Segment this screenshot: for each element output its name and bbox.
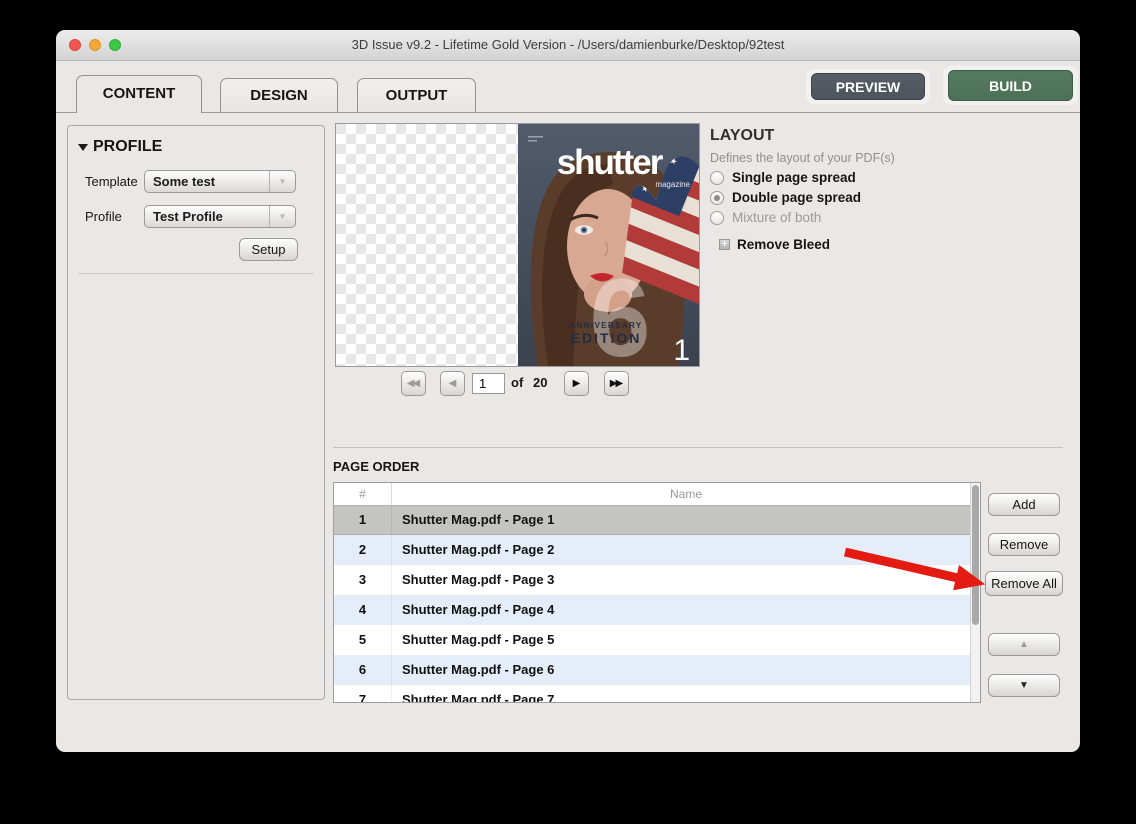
radio-label: Double page spread [732, 190, 862, 205]
remove-bleed-label: Remove Bleed [737, 237, 831, 252]
table-row[interactable]: 1 Shutter Mag.pdf - Page 1 [334, 505, 970, 535]
table-header-row: # Name [334, 483, 980, 506]
row-name: Shutter Mag.pdf - Page 3 [402, 572, 555, 587]
pager-of-label: of [511, 375, 524, 390]
move-up-icon: ▲ [1019, 639, 1029, 650]
template-label: Template [85, 174, 138, 189]
profile-value: Test Profile [153, 209, 223, 224]
move-down-icon: ▼ [1019, 680, 1029, 691]
table-row[interactable]: 5 Shutter Mag.pdf - Page 5 [334, 625, 970, 655]
row-number: 7 [334, 685, 392, 702]
desktop-background: { "window": { "title": "3D Issue v9.2 - … [0, 0, 1136, 824]
last-page-icon: ▶▶ [609, 378, 623, 389]
tab-content[interactable]: CONTENT [76, 75, 202, 113]
page-number-input[interactable] [472, 373, 505, 394]
radio-button-icon [710, 170, 724, 185]
row-name: Shutter Mag.pdf - Page 6 [402, 662, 555, 677]
radio-button-icon [710, 190, 724, 205]
remove-bleed-expander[interactable]: + Remove Bleed [719, 237, 830, 252]
panel-divider [78, 273, 314, 274]
row-name: Shutter Mag.pdf - Page 5 [402, 632, 555, 647]
row-number: 3 [334, 565, 392, 595]
row-name: Shutter Mag.pdf - Page 7 [402, 692, 555, 703]
row-number: 2 [334, 535, 392, 565]
tab-strip-divider [56, 112, 1080, 113]
title-bar: 3D Issue v9.2 - Lifetime Gold Version - … [56, 30, 1080, 61]
radio-option-single-page[interactable]: Single page spread [710, 170, 856, 185]
layout-section-subtitle: Defines the layout of your PDF(s) [710, 151, 895, 165]
next-page-button[interactable]: ▶ [564, 371, 589, 396]
dropdown-arrow-icon: ▼ [269, 171, 295, 192]
page-order-table: # Name 1 Shutter Mag.pdf - Page 1 2 Shutter… [333, 482, 981, 703]
last-page-button[interactable]: ▶▶ [604, 371, 629, 396]
table-row[interactable]: 2 Shutter Mag.pdf - Page 2 [334, 535, 970, 565]
preview-button[interactable]: PREVIEW [811, 73, 925, 100]
table-row[interactable]: 6 Shutter Mag.pdf - Page 6 [334, 655, 970, 685]
window-title: 3D Issue v9.2 - Lifetime Gold Version - … [351, 37, 785, 52]
cover-brand-text: shutter [557, 143, 664, 182]
remove-button[interactable]: Remove [988, 533, 1060, 556]
page-order-title: PAGE ORDER [333, 459, 420, 474]
add-button[interactable]: Add [988, 493, 1060, 516]
pager-total-pages: 20 [533, 375, 548, 390]
row-number: 6 [334, 655, 392, 685]
profile-panel: PROFILE Template Some test ▼ Profile Tes… [67, 125, 325, 700]
row-number: 5 [334, 625, 392, 655]
profile-dropdown[interactable]: Test Profile ▼ [144, 205, 296, 228]
row-name: Shutter Mag.pdf - Page 4 [402, 602, 555, 617]
radio-label: Single page spread [732, 170, 856, 185]
remove-all-button[interactable]: Remove All [985, 571, 1063, 596]
profile-section-header[interactable]: PROFILE [78, 138, 162, 156]
expand-plus-icon: + [719, 239, 730, 250]
build-button[interactable]: BUILD [948, 70, 1073, 101]
template-value: Some test [153, 174, 216, 189]
move-up-button[interactable]: ▲ [988, 633, 1060, 656]
column-header-number: # [334, 483, 392, 505]
layout-section-title: LAYOUT [710, 127, 775, 144]
column-header-name: Name [669, 487, 702, 501]
profile-section-title: PROFILE [93, 138, 163, 155]
cover-edition-text: EDITION [571, 330, 642, 346]
table-row[interactable]: 4 Shutter Mag.pdf - Page 4 [334, 595, 970, 625]
row-number: 4 [334, 595, 392, 625]
previous-page-button[interactable]: ◀ [440, 371, 465, 396]
first-page-button[interactable]: ◀◀ [401, 371, 426, 396]
cover-anniversary-text: ANNIVERSARY [569, 321, 642, 330]
build-button-well: BUILD [943, 66, 1078, 105]
radio-button-icon [710, 210, 724, 225]
tab-output[interactable]: OUTPUT [357, 78, 476, 113]
cover-page-number: 1 [673, 334, 690, 366]
section-divider [333, 447, 1063, 448]
cover-number-six: 6 [589, 257, 650, 366]
template-dropdown[interactable]: Some test ▼ [144, 170, 296, 193]
dropdown-arrow-icon: ▼ [269, 206, 295, 227]
table-row[interactable]: 3 Shutter Mag.pdf - Page 3 [334, 565, 970, 595]
row-number: 1 [334, 506, 392, 534]
page-order-rows: 1 Shutter Mag.pdf - Page 1 2 Shutter Mag.pd… [334, 505, 970, 702]
radio-option-double-page[interactable]: Double page spread [710, 190, 861, 205]
next-page-icon: ▶ [572, 378, 581, 389]
table-row[interactable]: 7 Shutter Mag.pdf - Page 7 [334, 685, 970, 703]
tab-design[interactable]: DESIGN [220, 78, 338, 113]
app-window: 3D Issue v9.2 - Lifetime Gold Version - … [56, 30, 1080, 752]
radio-option-mixture[interactable]: Mixture of both [710, 210, 821, 225]
page-preview-box: ★★★ ★★ ★★★ ★★ ★★ shutter magazine 6 ANNI… [335, 123, 700, 367]
move-down-button[interactable]: ▼ [988, 674, 1060, 697]
magazine-cover-image: ★★★ ★★ ★★★ ★★ ★★ shutter magazine 6 ANNI… [518, 124, 699, 366]
cover-brand-sub-text: magazine [655, 180, 690, 189]
disclosure-triangle-icon [78, 143, 88, 151]
preview-button-well: PREVIEW [806, 69, 930, 104]
previous-page-icon: ◀ [448, 378, 457, 389]
radio-label: Mixture of both [732, 210, 822, 225]
row-name: Shutter Mag.pdf - Page 2 [402, 542, 555, 557]
table-scrollbar[interactable] [970, 483, 980, 702]
first-page-icon: ◀◀ [406, 378, 420, 389]
setup-button[interactable]: Setup [239, 238, 298, 261]
row-name: Shutter Mag.pdf - Page 1 [402, 512, 555, 527]
profile-label: Profile [85, 209, 122, 224]
scrollbar-thumb[interactable] [972, 485, 979, 625]
